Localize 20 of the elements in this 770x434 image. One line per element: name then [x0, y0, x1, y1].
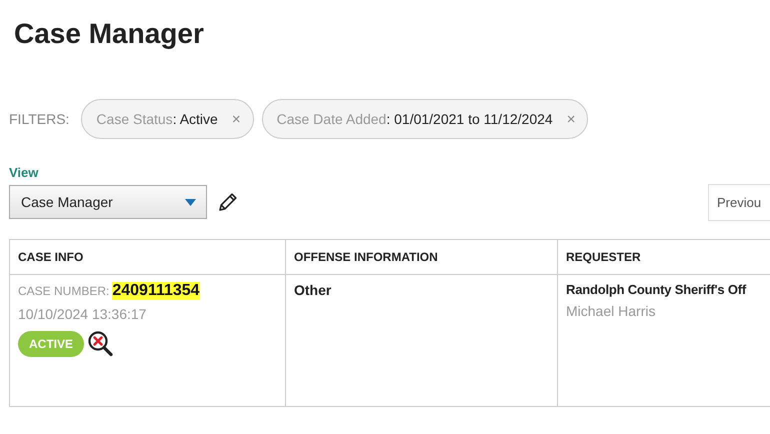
column-header: REQUESTER: [565, 249, 642, 266]
filter-chip[interactable]: Case Date Added: 01/01/2021 to 11/12/2024 ×: [262, 99, 588, 139]
pencil-icon[interactable]: [217, 191, 239, 213]
search-remove-icon[interactable]: [88, 330, 114, 358]
previous-button[interactable]: Previou: [708, 184, 770, 221]
case-number-label: CASE NUMBER:: [18, 284, 110, 298]
requester-name: Michael Harris: [566, 303, 656, 319]
filter-chip[interactable]: Case Status: Active ×: [81, 99, 254, 139]
filters-label: FILTERS:: [9, 111, 70, 127]
case-number[interactable]: 2409111354: [112, 282, 200, 300]
caret-icon: [185, 198, 196, 206]
column-header: CASE INFO: [10, 240, 286, 274]
requester-agency: Randolph County Sheriff's Off: [566, 282, 748, 297]
view-label: View: [9, 165, 40, 180]
case-date: 10/10/2024 13:36:17: [18, 306, 148, 322]
page-title: Case Manager: [14, 17, 204, 51]
column-header: OFFENSE INFORMATION: [286, 240, 558, 274]
offense-text: Other: [294, 282, 332, 298]
view-dropdown[interactable]: Case Manager: [9, 185, 207, 219]
status-badge: ACTIVE: [18, 331, 84, 357]
